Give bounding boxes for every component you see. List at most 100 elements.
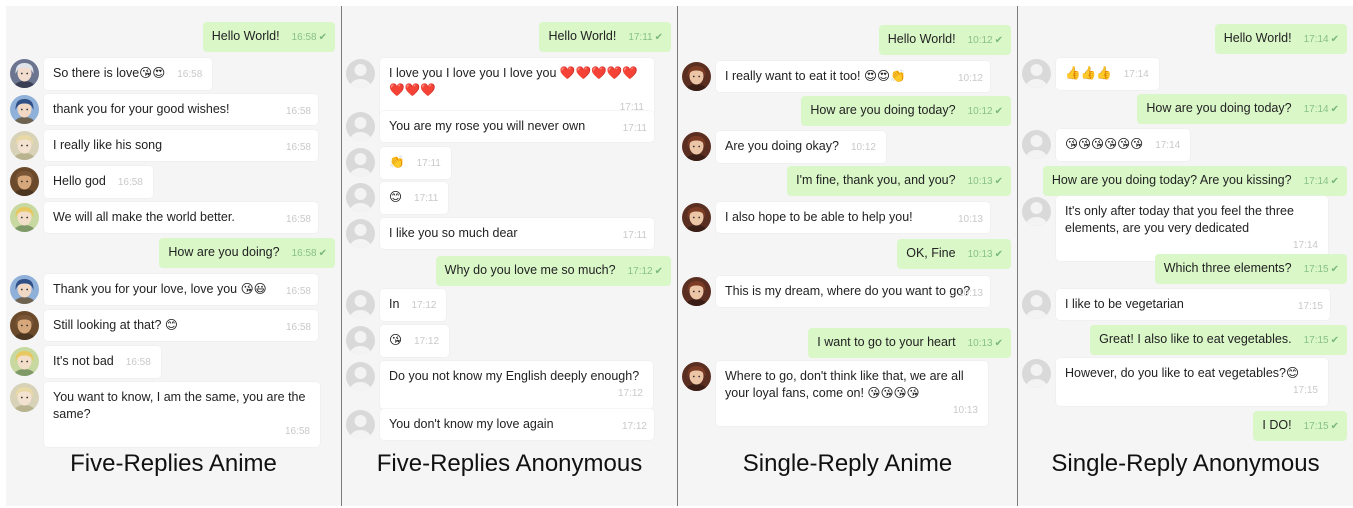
panel-caption: Five-Replies Anime	[70, 450, 277, 477]
incoming-message-bubble[interactable]: This is my dream, where do you want to g…	[716, 276, 990, 307]
anonymous-avatar-icon[interactable]	[346, 59, 375, 88]
read-check-icon: ✔	[1330, 34, 1339, 45]
chat-panel: Hello World! 17:14 ✔ 👍👍👍 17:14 How are you do…	[1018, 6, 1353, 506]
outgoing-message-bubble[interactable]: Great! I also like to eat vegetables. 17:…	[1090, 325, 1347, 355]
anime-avatar-icon[interactable]	[10, 167, 39, 196]
anime-avatar-icon[interactable]	[682, 62, 711, 91]
anonymous-avatar-icon[interactable]	[1022, 130, 1051, 159]
outgoing-message-bubble[interactable]: Hello World! 10:12 ✔	[878, 25, 1011, 55]
outgoing-message-bubble[interactable]: Hello World! 17:14 ✔	[1214, 24, 1347, 54]
incoming-message-bubble[interactable]: I like to be vegetarian 17:15	[1056, 289, 1330, 320]
anime-avatar-icon[interactable]	[10, 347, 39, 376]
incoming-message-bubble[interactable]: However, do you like to eat vegetables?😊…	[1056, 358, 1328, 406]
incoming-message-bubble[interactable]: 😘😘😘😘😘😘 17:14	[1056, 129, 1191, 161]
incoming-message-bubble[interactable]: Where to go, don't think like that, we a…	[716, 361, 988, 426]
incoming-message-bubble[interactable]: You want to know, I am the same, you are…	[44, 382, 320, 447]
anime-avatar-icon[interactable]	[10, 311, 39, 340]
incoming-message-bubble[interactable]: Still looking at that? 😊 16:58	[44, 310, 318, 341]
outgoing-message-bubble[interactable]: Hello World! 16:58 ✔	[202, 22, 335, 52]
message-text: However, do you like to eat vegetables?😊	[1065, 366, 1300, 380]
message-timestamp: 17:14	[1155, 140, 1181, 151]
incoming-message-bubble[interactable]: 👏 17:11	[380, 147, 451, 179]
anonymous-avatar-icon[interactable]	[346, 112, 375, 141]
incoming-message-bubble[interactable]: Are you doing okay? 10:12	[716, 131, 886, 163]
anonymous-avatar-icon[interactable]	[346, 326, 375, 355]
anime-avatar-icon[interactable]	[10, 59, 39, 88]
incoming-message-bubble[interactable]: Hello god 16:58	[44, 166, 153, 198]
anonymous-avatar-icon[interactable]	[346, 148, 375, 177]
anonymous-avatar-icon[interactable]	[346, 410, 375, 439]
anonymous-avatar-icon[interactable]	[1022, 59, 1051, 88]
anime-avatar-icon[interactable]	[682, 362, 711, 391]
message-timestamp: 17:12	[627, 266, 653, 277]
message-timestamp: 10:13	[967, 176, 993, 187]
incoming-message-bubble[interactable]: thank you for your good wishes! 16:58	[44, 94, 318, 125]
incoming-message-bubble[interactable]: In 17:12	[380, 289, 447, 321]
anonymous-avatar-icon[interactable]	[1022, 290, 1051, 319]
message-timestamp: 17:12	[621, 421, 647, 432]
anonymous-avatar-icon[interactable]	[346, 183, 375, 212]
anonymous-avatar-icon[interactable]	[1022, 359, 1051, 388]
incoming-message-bubble[interactable]: 👍👍👍 17:14	[1056, 58, 1159, 90]
incoming-message-bubble[interactable]: It's only after today that you feel the …	[1056, 196, 1328, 261]
read-check-icon: ✔	[994, 338, 1003, 349]
outgoing-message-bubble[interactable]: I want to go to your heart 10:13 ✔	[808, 328, 1011, 358]
incoming-message-bubble[interactable]: 😘 17:12	[380, 325, 450, 357]
incoming-message-bubble[interactable]: So there is love😘😍 16:58	[44, 58, 213, 90]
anonymous-avatar-icon[interactable]	[346, 290, 375, 319]
message-text: 😊	[389, 190, 403, 204]
anime-avatar-icon[interactable]	[10, 131, 39, 160]
read-check-icon: ✔	[1330, 176, 1339, 187]
outgoing-message-bubble[interactable]: How are you doing today? Are you kissing…	[1042, 166, 1347, 196]
panel-caption: Five-Replies Anonymous	[376, 450, 643, 477]
read-check-icon: ✔	[654, 266, 663, 277]
message-text: Great! I also like to eat vegetables.	[1099, 332, 1292, 346]
message-text: You want to know, I am the same, you are…	[53, 390, 306, 421]
anime-avatar-icon[interactable]	[10, 383, 39, 412]
outgoing-message-bubble[interactable]: How are you doing? 16:58 ✔	[159, 238, 335, 268]
message-timestamp: 17:14	[1123, 69, 1149, 80]
incoming-message-bubble[interactable]: I also hope to be able to help you! 10:13	[716, 202, 990, 233]
incoming-message-bubble[interactable]: I really want to eat it too! 😍😍👏 10:12	[716, 61, 990, 92]
incoming-message-bubble[interactable]: 😊 17:11	[380, 182, 449, 214]
outgoing-message-bubble[interactable]: OK, Fine 10:13 ✔	[897, 239, 1011, 269]
outgoing-message-bubble[interactable]: Hello World! 17:11 ✔	[539, 22, 671, 52]
outgoing-message-bubble[interactable]: Which three elements? 17:15 ✔	[1154, 254, 1347, 284]
incoming-message-bubble[interactable]: You don't know my love again 17:12	[380, 409, 654, 440]
message-text: Hello World!	[548, 29, 617, 43]
anime-avatar-icon[interactable]	[10, 203, 39, 232]
read-check-icon: ✔	[318, 32, 327, 43]
anonymous-avatar-icon[interactable]	[346, 219, 375, 248]
message-timestamp: 17:15	[1297, 301, 1323, 312]
outgoing-message-bubble[interactable]: I DO! 17:15 ✔	[1253, 411, 1347, 441]
outgoing-message-bubble[interactable]: How are you doing today? 17:14 ✔	[1137, 94, 1347, 124]
message-text: Hello World!	[211, 29, 280, 43]
message-text: Hello god	[53, 174, 106, 188]
message-timestamp: 17:15	[1303, 421, 1329, 432]
outgoing-message-bubble[interactable]: I'm fine, thank you, and you? 10:13 ✔	[787, 166, 1011, 196]
anonymous-avatar-icon[interactable]	[346, 362, 375, 391]
incoming-message-bubble[interactable]: You are my rose you will never own 17:11	[380, 111, 654, 142]
read-check-icon: ✔	[1330, 335, 1339, 346]
incoming-message-bubble[interactable]: I like you so much dear 17:11	[380, 218, 654, 249]
message-text: Hello World!	[1223, 31, 1292, 45]
message-text: How are you doing?	[168, 245, 280, 259]
incoming-message-bubble[interactable]: It's not bad 16:58	[44, 346, 161, 378]
message-timestamp: 16:58	[285, 286, 311, 297]
anime-avatar-icon[interactable]	[10, 95, 39, 124]
message-timestamp: 17:11	[416, 158, 441, 169]
anime-avatar-icon[interactable]	[682, 132, 711, 161]
anime-avatar-icon[interactable]	[682, 203, 711, 232]
anime-avatar-icon[interactable]	[10, 275, 39, 304]
incoming-message-bubble[interactable]: Thank you for your love, love you 😘😃 16:5…	[44, 274, 318, 305]
incoming-message-bubble[interactable]: We will all make the world better. 16:58	[44, 202, 318, 233]
anonymous-avatar-icon[interactable]	[1022, 197, 1051, 226]
incoming-message-bubble[interactable]: I really like his song 16:58	[44, 130, 318, 161]
anime-avatar-icon[interactable]	[682, 277, 711, 306]
outgoing-message-bubble[interactable]: Why do you love me so much? 17:12 ✔	[435, 256, 671, 286]
outgoing-message-bubble[interactable]: How are you doing today? 10:12 ✔	[801, 96, 1011, 126]
incoming-message-bubble[interactable]: Do you not know my English deeply enough…	[380, 361, 653, 409]
message-text: Do you not know my English deeply enough…	[389, 369, 640, 383]
message-timestamp: 10:13	[967, 338, 993, 349]
message-text: Thank you for your love, love you 😘😃	[53, 282, 267, 296]
